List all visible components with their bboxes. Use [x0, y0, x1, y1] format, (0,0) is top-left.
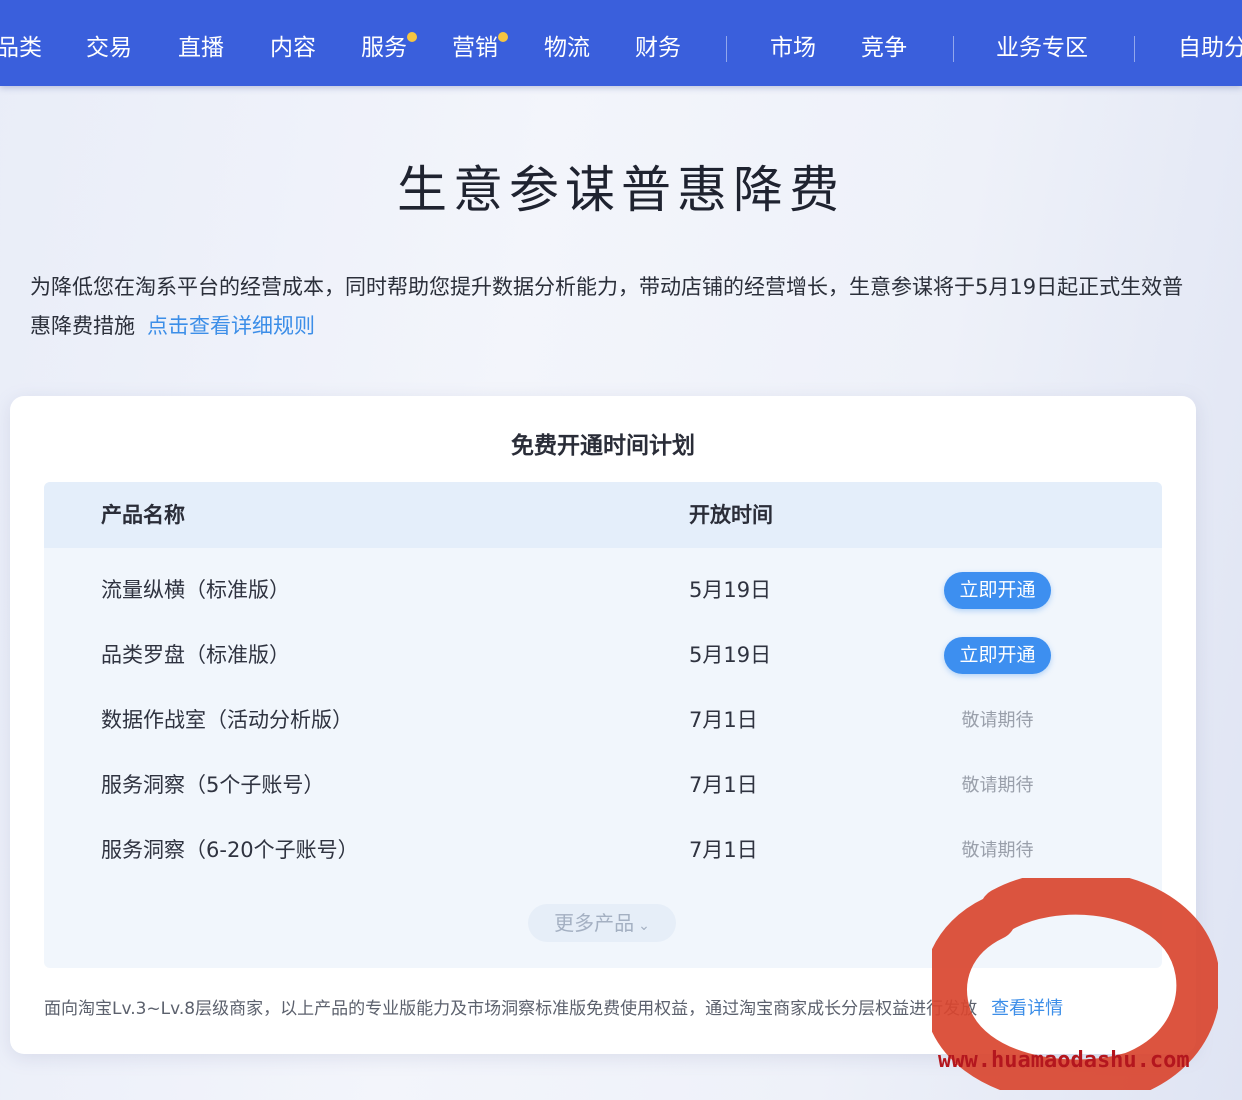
table-row: 品类罗盘（标准版） 5月19日 立即开通 — [44, 623, 1162, 688]
chevron-down-icon: ⌄ — [638, 918, 650, 934]
nav-item-marketing[interactable]: 营销 — [452, 28, 508, 68]
nav-item-service[interactable]: 服务 — [361, 28, 417, 68]
nav-item-competition[interactable]: 竞争 — [861, 28, 907, 68]
nav-item-business-zone[interactable]: 业务专区 — [996, 28, 1088, 68]
coming-soon-label: 敬请期待 — [961, 710, 1034, 731]
open-now-button[interactable]: 立即开通 — [944, 637, 1051, 674]
open-time: 5月19日 — [689, 578, 772, 602]
nav-item-label: 物流 — [544, 35, 590, 61]
coming-soon-label: 敬请期待 — [961, 840, 1034, 861]
table-row: 服务洞察（6-20个子账号） 7月1日 敬请期待 — [44, 818, 1162, 883]
table-row: 服务洞察（5个子账号） 7月1日 敬请期待 — [44, 753, 1162, 818]
nav-item-label: 自助分 — [1178, 35, 1242, 61]
nav-item-logistics[interactable]: 物流 — [544, 28, 590, 68]
nav-item-self-service[interactable]: 自助分 — [1178, 28, 1242, 68]
nav-item-label: 品类 — [0, 35, 42, 61]
product-name: 品类罗盘（标准版） — [101, 643, 290, 667]
notification-dot-icon — [498, 32, 508, 42]
nav-item-content[interactable]: 内容 — [270, 28, 316, 68]
table-row: 数据作战室（活动分析版） 7月1日 敬请期待 — [44, 688, 1162, 753]
product-name: 流量纵横（标准版） — [101, 578, 290, 602]
open-time: 7月1日 — [689, 838, 758, 862]
nav-divider — [726, 36, 727, 62]
open-time: 7月1日 — [689, 773, 758, 797]
nav-item-category[interactable]: 品类 — [0, 28, 42, 68]
page-title: 生意参谋普惠降费 — [397, 161, 845, 219]
coming-soon-label: 敬请期待 — [961, 775, 1034, 796]
nav-item-label: 直播 — [178, 35, 224, 61]
nav-item-live[interactable]: 直播 — [178, 28, 224, 68]
column-header-time: 开放时间 — [689, 503, 773, 527]
footnote-text: 面向淘宝Lv.3~Lv.8层级商家，以上产品的专业版能力及市场洞察标准版免费使用… — [44, 999, 978, 1019]
intro-text: 为降低您在淘系平台的经营成本，同时帮助您提升数据分析能力，带动店铺的经营增长，生… — [30, 268, 1200, 346]
table-row: 流量纵横（标准版） 5月19日 立即开通 — [44, 558, 1162, 623]
nav-item-label: 营销 — [452, 35, 498, 61]
view-rules-link[interactable]: 点击查看详细规则 — [147, 314, 315, 338]
nav-item-finance[interactable]: 财务 — [635, 28, 681, 68]
notification-dot-icon — [407, 32, 417, 42]
nav-item-market[interactable]: 市场 — [770, 28, 816, 68]
open-now-button[interactable]: 立即开通 — [944, 572, 1051, 609]
nav-divider — [1134, 36, 1135, 62]
more-products-label: 更多产品 — [554, 911, 635, 935]
nav-item-label: 服务 — [361, 35, 407, 61]
product-name: 服务洞察（6-20个子账号） — [101, 838, 359, 862]
nav-item-label: 交易 — [86, 35, 132, 61]
nav-divider — [953, 36, 954, 62]
nav-item-label: 财务 — [635, 35, 681, 61]
table-header: 产品名称 开放时间 — [44, 482, 1162, 548]
open-time: 7月1日 — [689, 708, 758, 732]
nav-item-label: 市场 — [770, 35, 816, 61]
product-name: 服务洞察（5个子账号） — [101, 773, 325, 797]
column-header-product: 产品名称 — [101, 503, 185, 527]
product-name: 数据作战室（活动分析版） — [101, 708, 353, 732]
nav-item-label: 内容 — [270, 35, 316, 61]
more-products-button[interactable]: 更多产品 ⌄ — [528, 904, 676, 942]
nav-item-trade[interactable]: 交易 — [86, 28, 132, 68]
top-nav: 品类 交易 直播 内容 服务 营销 物流 财务 市场 竞争 业务专区 自助分 — [0, 0, 1242, 86]
nav-item-label: 业务专区 — [996, 35, 1088, 61]
card-title: 免费开通时间计划 — [511, 433, 695, 459]
open-time: 5月19日 — [689, 643, 772, 667]
nav-item-label: 竞争 — [861, 35, 907, 61]
watermark: www.huamaodashu.com — [938, 1048, 1190, 1073]
